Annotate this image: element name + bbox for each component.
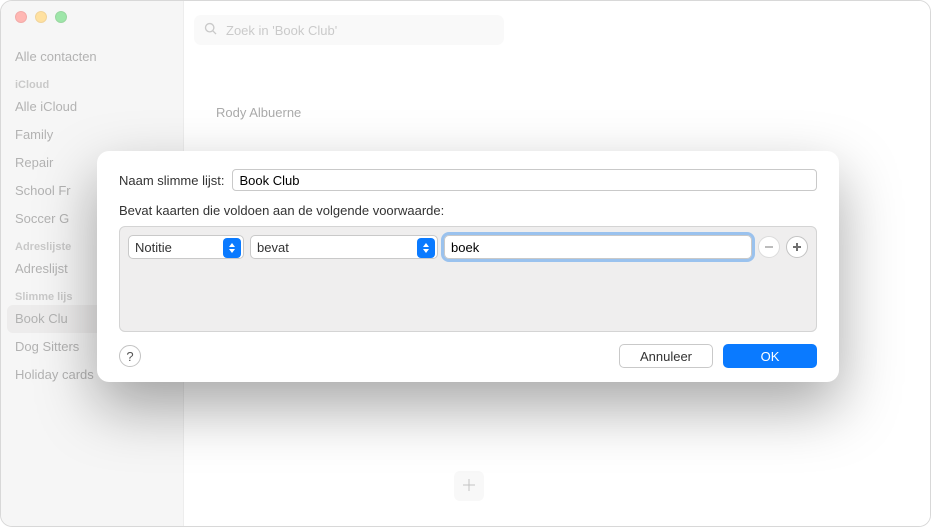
smart-list-dialog: Naam slimme lijst: Bevat kaarten die vol… bbox=[97, 151, 839, 382]
window-traffic-lights bbox=[15, 11, 67, 23]
conditions-label: Bevat kaarten die voldoen aan de volgend… bbox=[119, 203, 817, 218]
rule-field-value: Notitie bbox=[135, 240, 172, 255]
rule-value-input[interactable] bbox=[444, 235, 752, 259]
help-button[interactable]: ? bbox=[119, 345, 141, 367]
search-input[interactable]: Zoek in 'Book Club' bbox=[194, 15, 504, 45]
search-placeholder: Zoek in 'Book Club' bbox=[226, 23, 337, 38]
sidebar-item-all-contacts[interactable]: Alle contacten bbox=[1, 43, 183, 71]
sidebar-item-family[interactable]: Family bbox=[1, 121, 183, 149]
window-close-button[interactable] bbox=[15, 11, 27, 23]
rule-field-select[interactable]: Notitie bbox=[128, 235, 244, 259]
contact-row[interactable]: Rody Albuerne bbox=[216, 105, 301, 120]
rule-row: Notitie bevat bbox=[128, 235, 808, 259]
select-arrows-icon bbox=[417, 238, 435, 258]
rule-operator-select[interactable]: bevat bbox=[250, 235, 438, 259]
plus-icon bbox=[461, 477, 477, 496]
search-icon bbox=[204, 22, 218, 39]
minus-icon bbox=[764, 240, 774, 255]
window-zoom-button[interactable] bbox=[55, 11, 67, 23]
smart-list-name-input[interactable] bbox=[232, 169, 817, 191]
cancel-button[interactable]: Annuleer bbox=[619, 344, 713, 368]
add-contact-button[interactable] bbox=[454, 471, 484, 501]
rules-container: Notitie bevat bbox=[119, 226, 817, 332]
ok-button[interactable]: OK bbox=[723, 344, 817, 368]
add-rule-button[interactable] bbox=[786, 236, 808, 258]
sidebar-item-all-icloud[interactable]: Alle iCloud bbox=[1, 93, 183, 121]
remove-rule-button[interactable] bbox=[758, 236, 780, 258]
select-arrows-icon bbox=[223, 238, 241, 258]
plus-icon bbox=[792, 240, 802, 255]
sidebar-header-icloud: iCloud bbox=[1, 71, 183, 93]
app-window: Alle contacten iCloud Alle iCloud Family… bbox=[0, 0, 931, 527]
rule-operator-value: bevat bbox=[257, 240, 289, 255]
smart-list-name-label: Naam slimme lijst: bbox=[119, 173, 224, 188]
window-minimize-button[interactable] bbox=[35, 11, 47, 23]
